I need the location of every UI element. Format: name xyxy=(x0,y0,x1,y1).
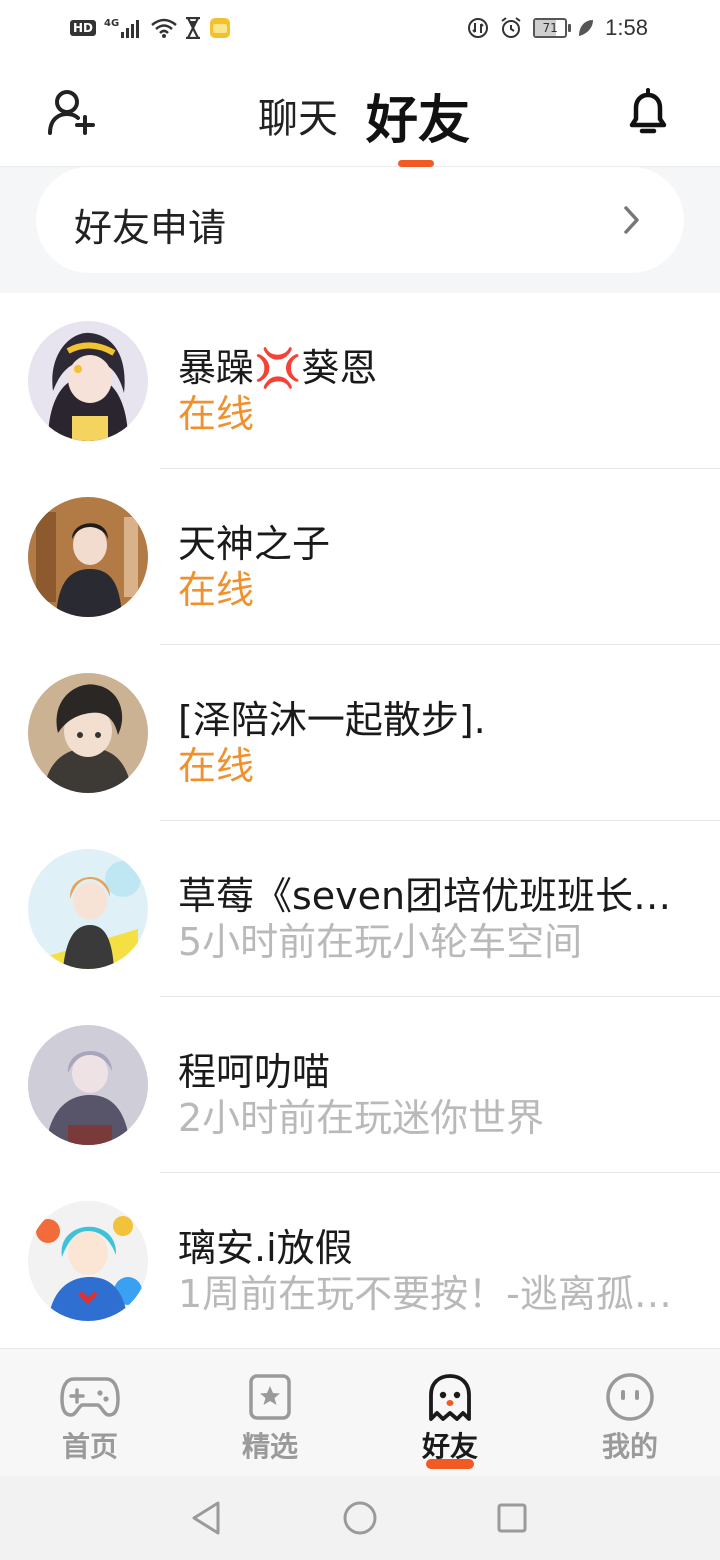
friend-row[interactable]: 程呵叻喵 2小时前在玩迷你世界 xyxy=(0,997,720,1173)
alarm-icon xyxy=(501,17,521,38)
network-type: 4G xyxy=(104,17,120,29)
battery-indicator: 71 xyxy=(533,18,572,38)
data-saver-icon xyxy=(468,18,489,38)
add-friend-button[interactable] xyxy=(46,86,98,138)
friend-request-label: 好友申请 xyxy=(74,206,227,250)
friend-status: 1周前在玩不要按！-逃离孤… xyxy=(178,1272,672,1316)
notification-app-icon xyxy=(210,18,231,38)
wifi-icon xyxy=(151,18,177,38)
friend-row[interactable]: [泽陪沐一起散步]. 在线 xyxy=(0,645,720,821)
recents-square-icon xyxy=(497,1503,527,1533)
friend-request-button[interactable]: 好友申请 xyxy=(36,167,684,273)
avatar[interactable] xyxy=(28,1025,148,1145)
clock-time: 1:58 xyxy=(605,15,648,40)
avatar[interactable] xyxy=(28,849,148,969)
cell-signal-icon xyxy=(121,20,140,38)
home-button[interactable] xyxy=(338,1496,382,1540)
back-button[interactable] xyxy=(184,1496,228,1540)
battery-level: 71 xyxy=(542,21,558,35)
leaf-icon xyxy=(579,20,594,36)
status-left-icons: HD 4G xyxy=(70,14,231,42)
active-tab-indicator xyxy=(398,160,434,167)
tab-chat[interactable]: 聊天 xyxy=(258,86,338,144)
nav-home[interactable]: 首页 xyxy=(0,1349,180,1477)
nav-featured[interactable]: 精选 xyxy=(180,1349,360,1477)
nav-label: 首页 xyxy=(61,1430,118,1463)
nav-label: 精选 xyxy=(241,1430,298,1463)
chevron-right-icon xyxy=(624,206,639,234)
friend-row[interactable]: 璃安.i放假 1周前在玩不要按！-逃离孤… xyxy=(0,1173,720,1349)
friend-row[interactable]: 暴躁💢葵恩 在线 xyxy=(0,293,720,469)
friend-status: 在线 xyxy=(178,744,255,788)
face-icon xyxy=(606,1373,654,1421)
system-navigation-bar xyxy=(0,1476,720,1560)
back-triangle-icon xyxy=(192,1501,220,1535)
friend-list: 暴躁💢葵恩 在线 天神之子 在线 [泽陪沐一起散步]. 在线 草莓《seven团… xyxy=(0,293,720,1349)
add-user-icon xyxy=(48,90,95,135)
tab-friends[interactable]: 好友 xyxy=(366,78,470,153)
avatar[interactable] xyxy=(28,673,148,793)
bottom-navigation: 首页 精选 好友 我的 xyxy=(0,1348,720,1477)
friend-row[interactable]: 草莓《seven团培优班班长… 5小时前在玩小轮车空间 xyxy=(0,821,720,997)
friend-status: 2小时前在玩迷你世界 xyxy=(178,1096,545,1140)
bell-icon xyxy=(629,88,667,134)
status-right-icons: 71 1:58 xyxy=(467,14,648,42)
nav-profile[interactable]: 我的 xyxy=(540,1349,720,1477)
nav-label: 我的 xyxy=(601,1430,658,1463)
home-circle-icon xyxy=(343,1501,377,1535)
recents-button[interactable] xyxy=(490,1496,534,1540)
friend-status: 在线 xyxy=(178,568,255,612)
friend-status: 5小时前在玩小轮车空间 xyxy=(178,920,583,964)
avatar[interactable] xyxy=(28,321,148,441)
avatar[interactable] xyxy=(28,1201,148,1321)
friend-request-section: 好友申请 xyxy=(0,167,720,293)
status-bar: HD 4G 71 1:58 xyxy=(0,0,720,56)
nav-active-indicator xyxy=(426,1459,474,1469)
star-bookmark-icon xyxy=(249,1374,291,1420)
nav-friends[interactable]: 好友 xyxy=(360,1349,540,1477)
hourglass-icon xyxy=(186,17,201,39)
gamepad-icon xyxy=(60,1377,120,1417)
ghost-icon xyxy=(429,1374,471,1421)
friend-row[interactable]: 天神之子 在线 xyxy=(0,469,720,645)
notifications-button[interactable] xyxy=(622,86,674,138)
hd-badge: HD xyxy=(70,20,97,36)
top-header: 聊天 好友 xyxy=(0,56,720,167)
friend-status: 在线 xyxy=(178,392,255,436)
avatar[interactable] xyxy=(28,497,148,617)
